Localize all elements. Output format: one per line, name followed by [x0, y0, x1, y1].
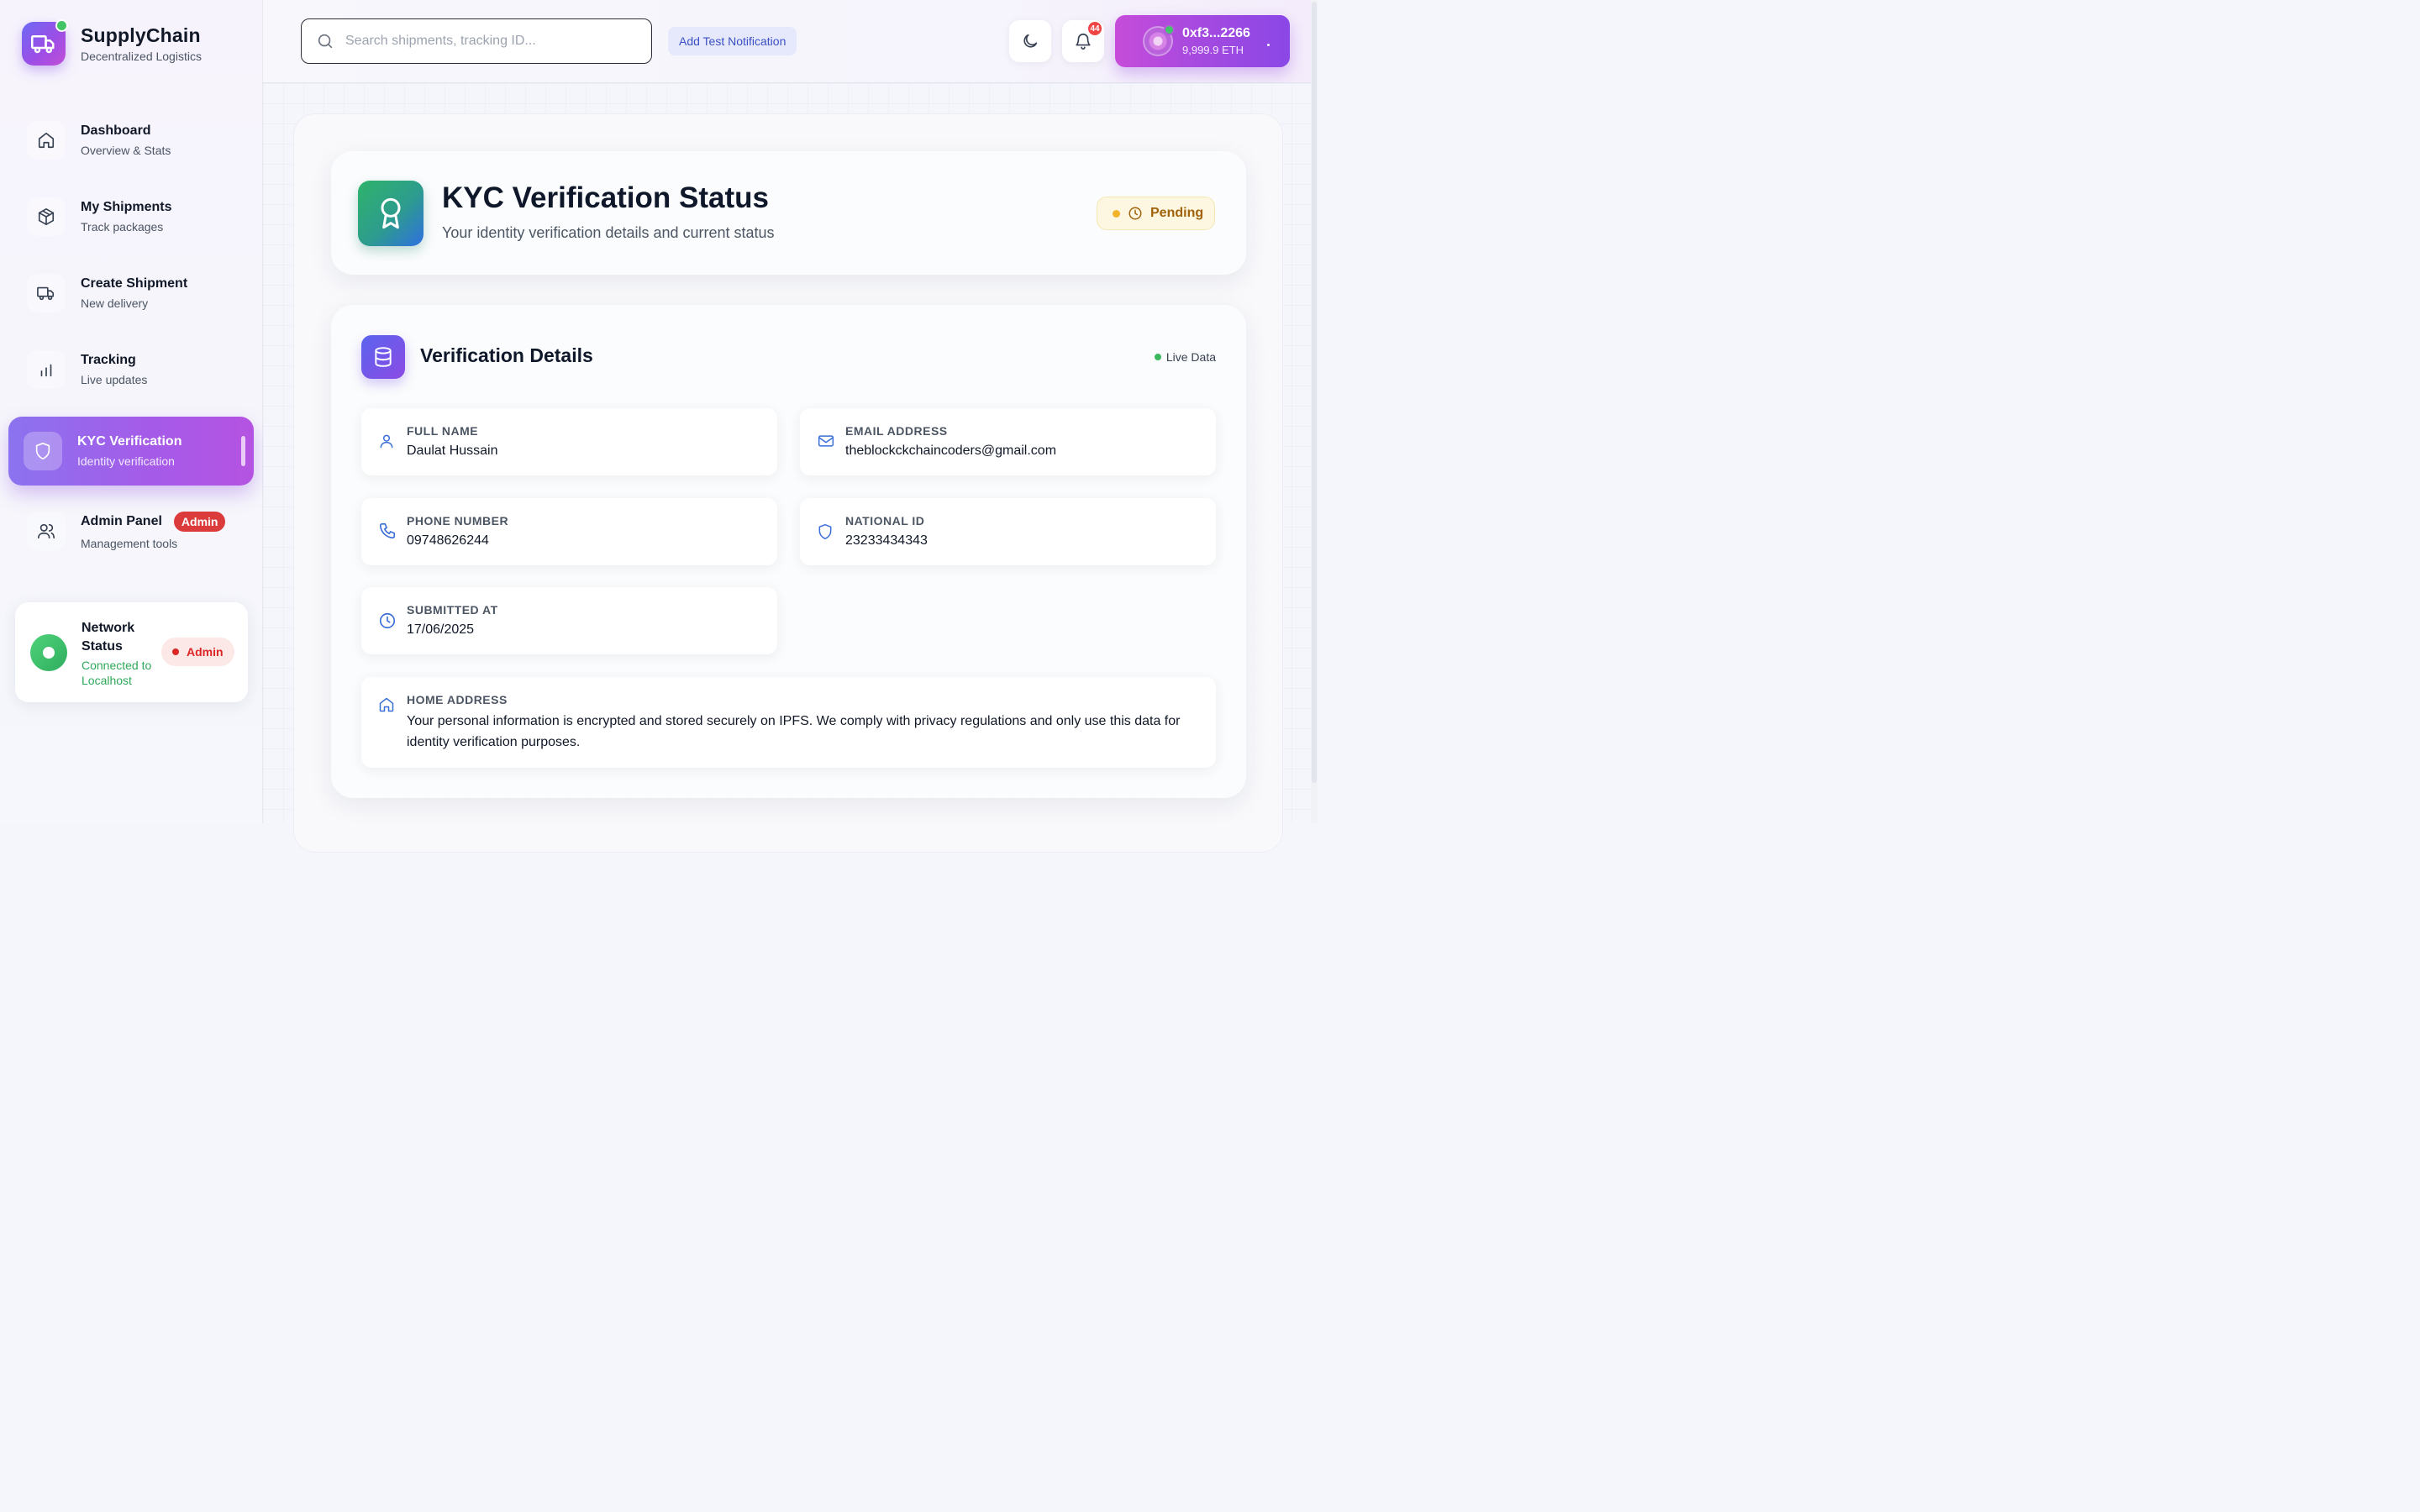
field-label: National ID — [845, 514, 925, 528]
main-content: KYC Verification Status Your identity ve… — [263, 83, 1311, 853]
home-icon — [27, 121, 66, 160]
kyc-panel: KYC Verification Status Your identity ve… — [293, 113, 1283, 853]
active-indicator — [241, 436, 245, 466]
network-status-title: Network Status — [82, 621, 135, 654]
sidebar-item-create-shipment[interactable]: Create Shipment New delivery — [8, 259, 254, 328]
network-status-text: Connected to Localhost — [82, 659, 152, 687]
shield-icon — [817, 522, 834, 541]
sidebar-item-label-text: Admin Panel — [81, 514, 162, 528]
field-value: Daulat Hussain — [407, 444, 498, 458]
sidebar-item-admin-panel[interactable]: Admin Panel Admin Management tools — [8, 496, 254, 565]
sidebar-item-label: Create Shipment — [81, 276, 188, 291]
field-email: Email Address theblockckchaincoders@gmai… — [800, 408, 1216, 475]
award-icon — [358, 181, 424, 246]
shield-icon — [24, 432, 62, 470]
live-dot — [1154, 354, 1161, 360]
sidebar-item-sub: Management tools — [81, 537, 178, 550]
sidebar-item-kyc-verification[interactable]: KYC Verification Identity verification — [8, 417, 254, 486]
truck-icon — [27, 274, 66, 312]
status-label: Pending — [1150, 206, 1204, 220]
moon-icon — [1021, 32, 1039, 50]
sidebar-item-label: My Shipments — [81, 200, 172, 214]
search-input[interactable] — [345, 34, 631, 49]
home-icon — [378, 696, 395, 714]
field-phone: Phone Number 09748626244 — [361, 498, 777, 565]
network-status-card: Network Status Connected to Localhost Ad… — [15, 602, 248, 702]
search-icon — [316, 32, 334, 50]
live-data-indicator: Live Data — [1154, 350, 1216, 364]
field-national-id: National ID 23233434343 — [800, 498, 1216, 565]
field-value: Your personal information is encrypted a… — [407, 714, 1181, 749]
status-badge: Pending — [1097, 197, 1215, 230]
sidebar-item-dashboard[interactable]: Dashboard Overview & Stats — [8, 106, 254, 175]
sidebar-item-sub: Identity verification — [77, 454, 175, 468]
network-admin-badge-label: Admin — [187, 645, 224, 659]
sidebar-item-label: Tracking — [81, 353, 136, 367]
brand-subtitle: Decentralized Logistics — [81, 50, 202, 63]
online-indicator — [55, 19, 68, 32]
section-title: Verification Details — [420, 344, 593, 366]
wallet-menu-indicator — [1267, 44, 1270, 46]
field-value: theblockckchaincoders@gmail.com — [845, 444, 1057, 458]
field-value: 17/06/2025 — [407, 622, 475, 637]
bell-icon — [1074, 32, 1092, 50]
sidebar: SupplyChain Decentralized Logistics Dash… — [0, 0, 263, 823]
sidebar-item-sub: Track packages — [81, 220, 164, 234]
wallet-address: 0xf3...2266 — [1182, 26, 1250, 40]
package-icon — [27, 197, 66, 236]
network-status-indicator — [30, 634, 67, 671]
topbar: Add Test Notification 44 0xf3...2266 9,9… — [263, 0, 1311, 83]
wallet-online-indicator — [1164, 24, 1175, 35]
theme-toggle-button[interactable] — [1009, 20, 1051, 62]
mail-icon — [817, 433, 835, 449]
page-subtitle: Your identity verification details and c… — [442, 224, 775, 241]
clock-icon — [1128, 206, 1143, 221]
clock-icon — [378, 612, 397, 630]
field-full-name: Full Name Daulat Hussain — [361, 408, 777, 475]
sidebar-item-sub: Overview & Stats — [81, 144, 171, 157]
kyc-status-card: KYC Verification Status Your identity ve… — [331, 151, 1246, 275]
admin-badge: Admin — [173, 512, 226, 532]
sidebar-item-sub: New delivery — [81, 297, 149, 310]
field-submitted-at: Submitted At 17/06/2025 — [361, 587, 777, 654]
admin-dot — [172, 648, 179, 655]
wallet-balance: 9,999.9 ETH — [1182, 44, 1244, 56]
search-box[interactable] — [301, 18, 652, 64]
truck-icon — [22, 19, 68, 66]
status-dot — [1113, 209, 1120, 218]
user-icon — [378, 433, 395, 449]
network-admin-badge: Admin — [161, 638, 234, 666]
live-data-label: Live Data — [1165, 350, 1216, 364]
app-root: SupplyChain Decentralized Logistics Dash… — [0, 0, 1318, 853]
field-label: Home Address — [407, 693, 508, 706]
notification-count-badge: 44 — [1088, 22, 1102, 35]
phone-icon — [378, 522, 397, 540]
wallet-avatar — [1143, 24, 1175, 56]
field-home-address: Home Address Your personal information i… — [361, 677, 1216, 768]
page-title: KYC Verification Status — [442, 181, 769, 214]
scrollbar-thumb[interactable] — [1312, 2, 1317, 783]
brand[interactable]: SupplyChain Decentralized Logistics — [22, 19, 202, 66]
sidebar-item-label: Dashboard — [81, 123, 151, 138]
database-icon — [361, 335, 405, 379]
field-label: Phone Number — [407, 514, 509, 528]
field-value: 09748626244 — [407, 533, 489, 548]
users-icon — [27, 512, 66, 550]
scrollbar[interactable] — [1311, 0, 1318, 823]
sidebar-item-tracking[interactable]: Tracking Live updates — [8, 335, 254, 404]
sidebar-item-my-shipments[interactable]: My Shipments Track packages — [8, 182, 254, 251]
field-label: Submitted At — [407, 603, 498, 617]
notifications-button[interactable]: 44 — [1062, 20, 1104, 62]
field-value: 23233434343 — [845, 533, 928, 548]
brand-name: SupplyChain — [81, 24, 201, 46]
bar-chart-icon — [27, 350, 66, 389]
sidebar-item-label: KYC Verification — [77, 434, 182, 449]
field-label: Email Address — [845, 424, 948, 438]
verification-details-card: Verification Details Live Data Full Name… — [331, 305, 1246, 798]
add-test-notification-button[interactable]: Add Test Notification — [668, 27, 797, 55]
wallet-button[interactable]: 0xf3...2266 9,999.9 ETH — [1115, 15, 1290, 67]
sidebar-item-label: Admin Panel Admin — [81, 512, 226, 532]
sidebar-item-sub: Live updates — [81, 373, 148, 386]
field-label: Full Name — [407, 424, 479, 438]
